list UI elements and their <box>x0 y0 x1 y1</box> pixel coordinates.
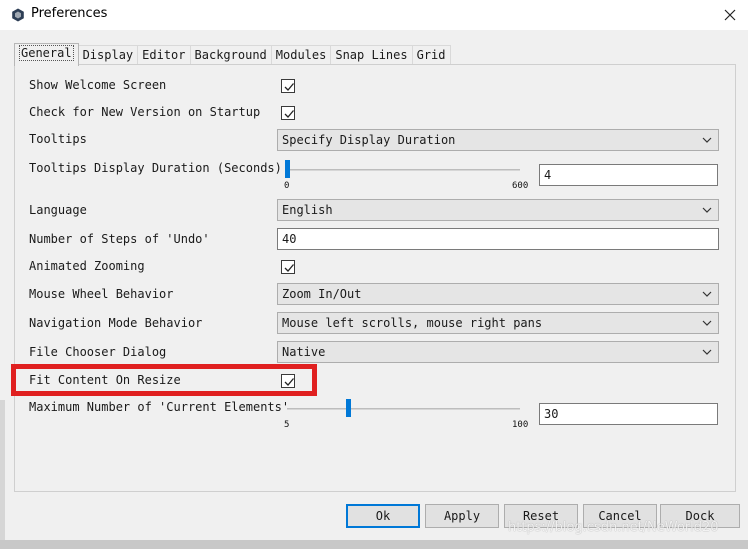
language-value: English <box>282 203 333 217</box>
tooltip-duration-min: 0 <box>284 181 290 191</box>
max-current-label: Maximum Number of 'Current Elements' <box>29 400 290 414</box>
tab-modules[interactable]: Modules <box>271 45 332 65</box>
tooltips-label: Tooltips <box>29 132 87 146</box>
check-version-checkbox[interactable] <box>281 106 295 120</box>
tab-bar: General Display Editor Background Module… <box>14 43 451 66</box>
ok-button[interactable]: Ok <box>346 504 420 528</box>
chevron-down-icon <box>702 320 712 326</box>
watermark-text: https://blog.csdn.net/NeWorld20 <box>508 520 719 535</box>
tooltip-duration-max: 600 <box>512 181 529 191</box>
tooltip-duration-slider-thumb[interactable] <box>285 160 290 178</box>
tab-background[interactable]: Background <box>190 45 272 65</box>
checkmark-icon <box>284 264 294 272</box>
title-bar: Preferences <box>0 0 748 30</box>
mouse-wheel-value: Zoom In/Out <box>282 287 362 301</box>
chevron-down-icon <box>702 291 712 297</box>
mouse-wheel-label: Mouse Wheel Behavior <box>29 287 174 301</box>
language-label: Language <box>29 203 87 217</box>
chevron-down-icon <box>702 349 712 355</box>
max-current-max: 100 <box>512 420 529 430</box>
chevron-down-icon <box>702 137 712 143</box>
tab-general[interactable]: General <box>14 43 79 66</box>
close-icon <box>724 9 736 21</box>
background-edge <box>0 400 5 540</box>
tooltip-duration-slider-track[interactable] <box>287 169 520 171</box>
animated-zoom-label: Animated Zooming <box>29 259 145 273</box>
mouse-wheel-dropdown[interactable]: Zoom In/Out <box>277 283 719 305</box>
tab-editor[interactable]: Editor <box>138 45 191 65</box>
tab-grid[interactable]: Grid <box>412 45 451 65</box>
file-chooser-dropdown[interactable]: Native <box>277 341 719 363</box>
red-highlight-box <box>11 364 317 396</box>
max-current-input[interactable]: 30 <box>539 403 718 425</box>
nav-mode-dropdown[interactable]: Mouse left scrolls, mouse right pans <box>277 312 719 334</box>
tooltip-duration-label: Tooltips Display Duration (Seconds) <box>29 161 282 175</box>
nav-mode-label: Navigation Mode Behavior <box>29 316 203 330</box>
file-chooser-value: Native <box>282 345 326 359</box>
window-title: Preferences <box>31 6 108 21</box>
checkmark-icon <box>284 83 294 91</box>
undo-steps-input[interactable]: 40 <box>277 228 719 250</box>
max-current-min: 5 <box>284 420 290 430</box>
check-version-label: Check for New Version on Startup <box>29 105 261 119</box>
nav-mode-value: Mouse left scrolls, mouse right pans <box>282 316 543 330</box>
show-welcome-checkbox[interactable] <box>281 79 295 93</box>
tab-snap-lines[interactable]: Snap Lines <box>331 45 413 65</box>
max-current-slider-track[interactable] <box>287 408 520 410</box>
tooltips-dropdown[interactable]: Specify Display Duration <box>277 129 719 151</box>
apply-button[interactable]: Apply <box>425 504 499 528</box>
tooltip-duration-input[interactable]: 4 <box>539 164 718 186</box>
tooltips-value: Specify Display Duration <box>282 133 456 147</box>
background-edge-bottom <box>0 540 748 549</box>
chevron-down-icon <box>702 207 712 213</box>
tab-display[interactable]: Display <box>78 45 139 65</box>
hexagon-app-icon <box>12 8 24 22</box>
language-dropdown[interactable]: English <box>277 199 719 221</box>
close-button[interactable] <box>716 2 744 28</box>
file-chooser-label: File Chooser Dialog <box>29 345 167 359</box>
max-current-slider-thumb[interactable] <box>346 399 352 417</box>
checkmark-icon <box>284 110 294 118</box>
undo-steps-label: Number of Steps of 'Undo' <box>29 232 210 246</box>
animated-zoom-checkbox[interactable] <box>281 260 295 274</box>
show-welcome-label: Show Welcome Screen <box>29 78 167 92</box>
